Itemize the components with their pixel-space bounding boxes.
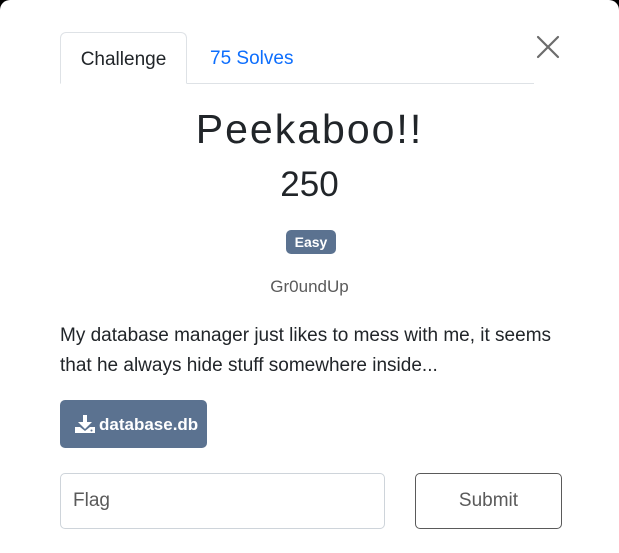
close-button[interactable] (534, 33, 562, 61)
challenge-author: Gr0undUp (270, 277, 349, 296)
challenge-points: 250 (280, 165, 339, 204)
difficulty-badge: Easy (286, 230, 336, 254)
close-icon (536, 35, 560, 59)
tab-challenge[interactable]: Challenge (60, 32, 187, 84)
download-icon (75, 415, 95, 433)
challenge-modal: Challenge 75 Solves Peekaboo!! 250 Easy … (0, 0, 619, 553)
flag-input[interactable] (60, 473, 385, 529)
download-file-label: database.db (99, 415, 199, 434)
tab-solves[interactable]: 75 Solves (210, 32, 293, 83)
download-file-button[interactable]: database.db (60, 400, 207, 448)
challenge-description: My database manager just likes to mess w… (60, 325, 552, 376)
challenge-tabs: Challenge 75 Solves (60, 32, 534, 84)
submit-button[interactable]: Submit (415, 473, 562, 529)
challenge-title: Peekaboo!! (195, 106, 424, 152)
